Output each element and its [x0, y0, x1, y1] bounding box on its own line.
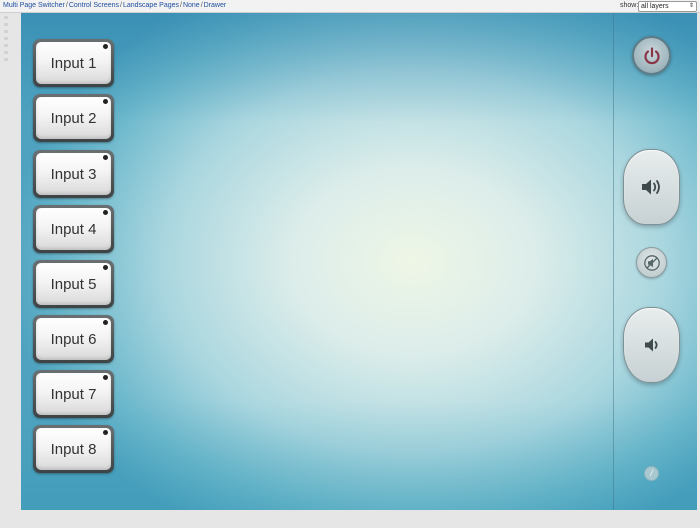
show-label: show:: [620, 2, 639, 9]
status-led-icon: [103, 210, 108, 215]
input-1-button[interactable]: Input 1: [33, 39, 114, 87]
breadcrumb-item-multi-page-switcher[interactable]: Multi Page Switcher: [3, 2, 65, 9]
gutter-mark: [4, 44, 8, 47]
gutter-mark: [4, 23, 8, 26]
input-6-label: Input 6: [36, 318, 111, 360]
info-label: /: [650, 468, 653, 478]
mute-button[interactable]: [636, 247, 667, 278]
gutter-mark: [4, 30, 8, 33]
status-led-icon: [103, 155, 108, 160]
input-3-label: Input 3: [36, 153, 111, 195]
volume-up-button[interactable]: [623, 149, 680, 225]
volume-down-button[interactable]: [623, 307, 680, 383]
breadcrumb-item-none[interactable]: None: [183, 2, 200, 9]
status-led-icon: [103, 430, 108, 435]
input-7-label: Input 7: [36, 373, 111, 415]
input-6-button[interactable]: Input 6: [33, 315, 114, 363]
input-7-button[interactable]: Input 7: [33, 370, 114, 418]
input-4-label: Input 4: [36, 208, 111, 250]
speaker-muted-icon: [643, 254, 660, 271]
input-4-button[interactable]: Input 4: [33, 205, 114, 253]
input-5-button[interactable]: Input 5: [33, 260, 114, 308]
input-3-button[interactable]: Input 3: [33, 150, 114, 198]
breadcrumb: Multi Page Switcher/Control Screens/Land…: [3, 2, 227, 9]
breadcrumb-item-landscape-pages[interactable]: Landscape Pages: [123, 2, 179, 9]
input-8-label: Input 8: [36, 428, 111, 470]
gutter-mark: [4, 58, 8, 61]
breadcrumb-item-drawer[interactable]: Drawer: [204, 2, 227, 9]
layer-select-value: all layers: [641, 3, 669, 10]
status-led-icon: [103, 265, 108, 270]
status-led-icon: [103, 375, 108, 380]
input-2-label: Input 2: [36, 97, 111, 139]
right-panel-divider: [613, 13, 614, 510]
input-2-button[interactable]: Input 2: [33, 94, 114, 142]
select-arrows-icon: ⇕: [688, 3, 694, 9]
control-screen-stage: [21, 13, 697, 510]
status-led-icon: [103, 320, 108, 325]
status-led-icon: [103, 44, 108, 49]
input-1-label: Input 1: [36, 42, 111, 84]
breadcrumb-item-control-screens[interactable]: Control Screens: [69, 2, 119, 9]
power-icon: [643, 46, 660, 64]
top-bar: Multi Page Switcher/Control Screens/Land…: [0, 0, 700, 13]
speaker-loud-icon: [641, 179, 660, 195]
gutter-mark: [4, 16, 8, 19]
speaker-quiet-icon: [644, 338, 658, 352]
input-8-button[interactable]: Input 8: [33, 425, 114, 473]
layer-select[interactable]: all layers ⇕: [638, 1, 697, 12]
power-button[interactable]: [632, 36, 671, 75]
status-led-icon: [103, 99, 108, 104]
input-5-label: Input 5: [36, 263, 111, 305]
info-button[interactable]: /: [644, 466, 659, 481]
gutter-mark: [4, 51, 8, 54]
gutter-mark: [4, 37, 8, 40]
